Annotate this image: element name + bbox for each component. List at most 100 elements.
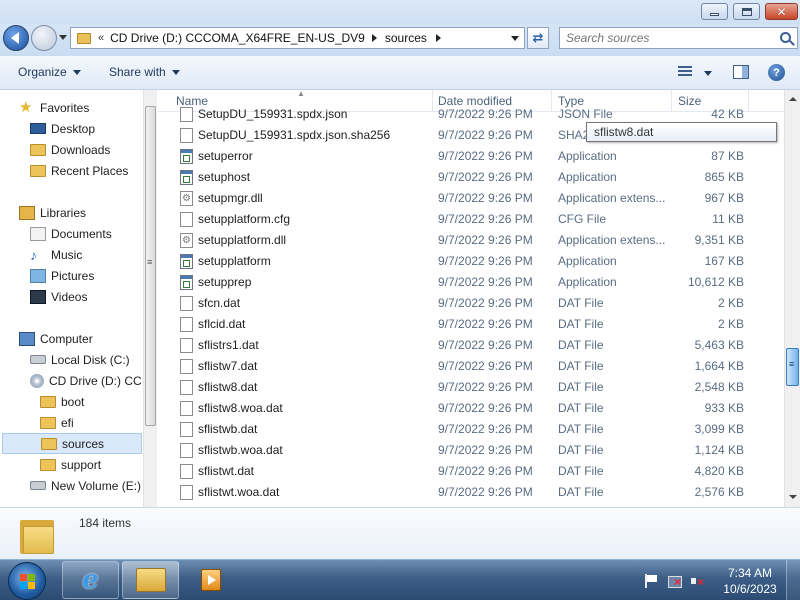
file-row[interactable]: setupprep 9/7/2022 9:26 PM Application 10,6…: [158, 272, 784, 293]
nav-videos[interactable]: Videos: [30, 286, 156, 307]
file-row[interactable]: setupmgr.dll 9/7/2022 9:26 PM Application …: [158, 188, 784, 209]
file-row[interactable]: sflcid.dat 9/7/2022 9:26 PM DAT File 2 KB: [158, 314, 784, 335]
media-player-taskbar-button[interactable]: [182, 561, 239, 599]
nav-local-disk[interactable]: Local Disk (C:): [30, 349, 156, 370]
file-row[interactable]: sflistw7.dat 9/7/2022 9:26 PM DAT File 1,66…: [158, 356, 784, 377]
file-row[interactable]: sflistrs1.dat 9/7/2022 9:26 PM DAT File 5,4…: [158, 335, 784, 356]
start-button[interactable]: [8, 562, 46, 600]
breadcrumb-separator-icon[interactable]: [435, 34, 441, 42]
cd-drive-icon: [30, 373, 44, 388]
nav-recent-places[interactable]: Recent Places: [30, 160, 156, 181]
nav-label: Documents: [51, 226, 112, 241]
recent-pages-dropdown[interactable]: [59, 35, 67, 40]
share-with-label: Share with: [109, 65, 166, 79]
file-type: Application: [558, 254, 617, 268]
file-list-scrollbar[interactable]: [784, 90, 800, 507]
scroll-down-arrow-icon[interactable]: [787, 491, 798, 503]
file-size: 11 KB: [712, 212, 744, 226]
refresh-button[interactable]: ⇄: [527, 27, 549, 49]
maximize-button[interactable]: [733, 3, 760, 20]
file-type: DAT File: [558, 296, 604, 310]
nav-support[interactable]: support: [40, 454, 156, 475]
file-size: 4,820 KB: [694, 464, 744, 478]
volume-muted-icon[interactable]: [691, 574, 705, 588]
breadcrumb-sources[interactable]: sources: [385, 31, 427, 45]
scrollbar-thumb[interactable]: [145, 106, 156, 426]
hard-disk-icon: [30, 355, 46, 364]
windows-explorer-taskbar-button[interactable]: [122, 561, 179, 599]
nav-computer[interactable]: Computer: [19, 328, 156, 349]
action-center-flag-icon[interactable]: [644, 574, 658, 588]
search-input[interactable]: [560, 28, 765, 48]
music-icon: ♪: [30, 246, 37, 263]
help-button[interactable]: ?: [768, 64, 785, 81]
address-overflow-chevron[interactable]: «: [98, 32, 104, 44]
view-options-dropdown[interactable]: [704, 71, 712, 76]
file-row[interactable]: sflistw8.dat 9/7/2022 9:26 PM DAT File 2,54…: [158, 377, 784, 398]
file-name: sflistwb.dat: [198, 422, 258, 436]
file-type: JSON File: [558, 107, 613, 121]
nav-cd-drive[interactable]: CD Drive (D:) CC: [30, 370, 142, 391]
back-arrow-icon: [11, 32, 19, 44]
nav-pictures[interactable]: Pictures: [30, 265, 156, 286]
file-type: CFG File: [558, 212, 606, 226]
file-row[interactable]: setupplatform.dll 9/7/2022 9:26 PM Applica…: [158, 230, 784, 251]
file-date-modified: 9/7/2022 9:26 PM: [438, 275, 533, 289]
nav-documents[interactable]: Documents: [30, 223, 156, 244]
file-row[interactable]: setuperror 9/7/2022 9:26 PM Application 87 …: [158, 146, 784, 167]
file-row[interactable]: sflistwb.woa.dat 9/7/2022 9:26 PM DAT File…: [158, 440, 784, 461]
system-clock[interactable]: 7:34 AM 10/6/2023: [718, 565, 782, 597]
nav-efi[interactable]: efi: [40, 412, 156, 433]
address-dropdown-icon[interactable]: [511, 36, 519, 41]
search-box[interactable]: [559, 27, 798, 49]
file-row[interactable]: sflistwb.dat 9/7/2022 9:26 PM DAT File 3,09…: [158, 419, 784, 440]
file-row[interactable]: setupplatform.cfg 9/7/2022 9:26 PM CFG Fil…: [158, 209, 784, 230]
file-size: 2,548 KB: [694, 380, 744, 394]
file-name: setupplatform: [198, 254, 271, 268]
breadcrumb-cd-drive[interactable]: CD Drive (D:) CCCOMA_X64FRE_EN-US_DV9: [110, 31, 365, 45]
address-bar[interactable]: « CD Drive (D:) CCCOMA_X64FRE_EN-US_DV9 …: [70, 27, 525, 49]
navigation-scrollbar[interactable]: [143, 90, 157, 507]
close-button[interactable]: ✕: [765, 3, 798, 20]
nav-new-volume[interactable]: New Volume (E:): [30, 475, 156, 496]
file-row[interactable]: sflistwt.dat 9/7/2022 9:26 PM DAT File 4,82…: [158, 461, 784, 482]
breadcrumb-separator-icon[interactable]: [371, 34, 377, 42]
search-icon[interactable]: [780, 32, 791, 43]
internet-explorer-taskbar-button[interactable]: e: [62, 561, 119, 599]
nav-label: boot: [61, 394, 85, 409]
pictures-icon: [30, 268, 46, 283]
nav-sources[interactable]: sources: [2, 433, 142, 454]
maximize-icon: [741, 7, 752, 16]
nav-desktop[interactable]: Desktop: [30, 118, 156, 139]
file-row[interactable]: sflistwt.woa.dat 9/7/2022 9:26 PM DAT File…: [158, 482, 784, 503]
nav-boot[interactable]: boot: [40, 391, 156, 412]
scrollbar-thumb[interactable]: [786, 348, 799, 386]
share-with-button[interactable]: Share with: [109, 65, 180, 79]
nav-label: support: [61, 457, 102, 472]
minimize-button[interactable]: [701, 3, 728, 20]
nav-label: New Volume (E:): [51, 478, 142, 493]
file-type: DAT File: [558, 338, 604, 352]
file-date-modified: 9/7/2022 9:26 PM: [438, 296, 533, 310]
file-row[interactable]: sflistw8.woa.dat 9/7/2022 9:26 PM DAT File…: [158, 398, 784, 419]
nav-favorites[interactable]: ★ Favorites: [19, 97, 156, 118]
minimize-icon: [710, 13, 719, 16]
nav-libraries[interactable]: Libraries: [19, 202, 156, 223]
organize-button[interactable]: Organize: [18, 65, 81, 79]
file-row[interactable]: sfcn.dat 9/7/2022 9:26 PM DAT File 2 KB: [158, 293, 784, 314]
file-row[interactable]: setupplatform 9/7/2022 9:26 PM Application…: [158, 251, 784, 272]
forward-button[interactable]: [31, 25, 57, 51]
nav-music[interactable]: ♪ Music: [30, 244, 156, 265]
windows-explorer-icon: [135, 568, 166, 592]
scroll-up-arrow-icon[interactable]: [787, 93, 798, 105]
back-button[interactable]: [3, 25, 29, 51]
show-desktop-button[interactable]: [786, 560, 800, 600]
network-disconnected-icon[interactable]: [668, 574, 682, 588]
folder-icon: [40, 395, 56, 408]
file-type: Application: [558, 275, 617, 289]
change-view-icon[interactable]: [678, 66, 694, 78]
sort-ascending-icon: ▲: [297, 90, 305, 98]
nav-downloads[interactable]: Downloads: [30, 139, 156, 160]
file-row[interactable]: setuphost 9/7/2022 9:26 PM Application 865 …: [158, 167, 784, 188]
preview-pane-icon[interactable]: [733, 65, 749, 79]
